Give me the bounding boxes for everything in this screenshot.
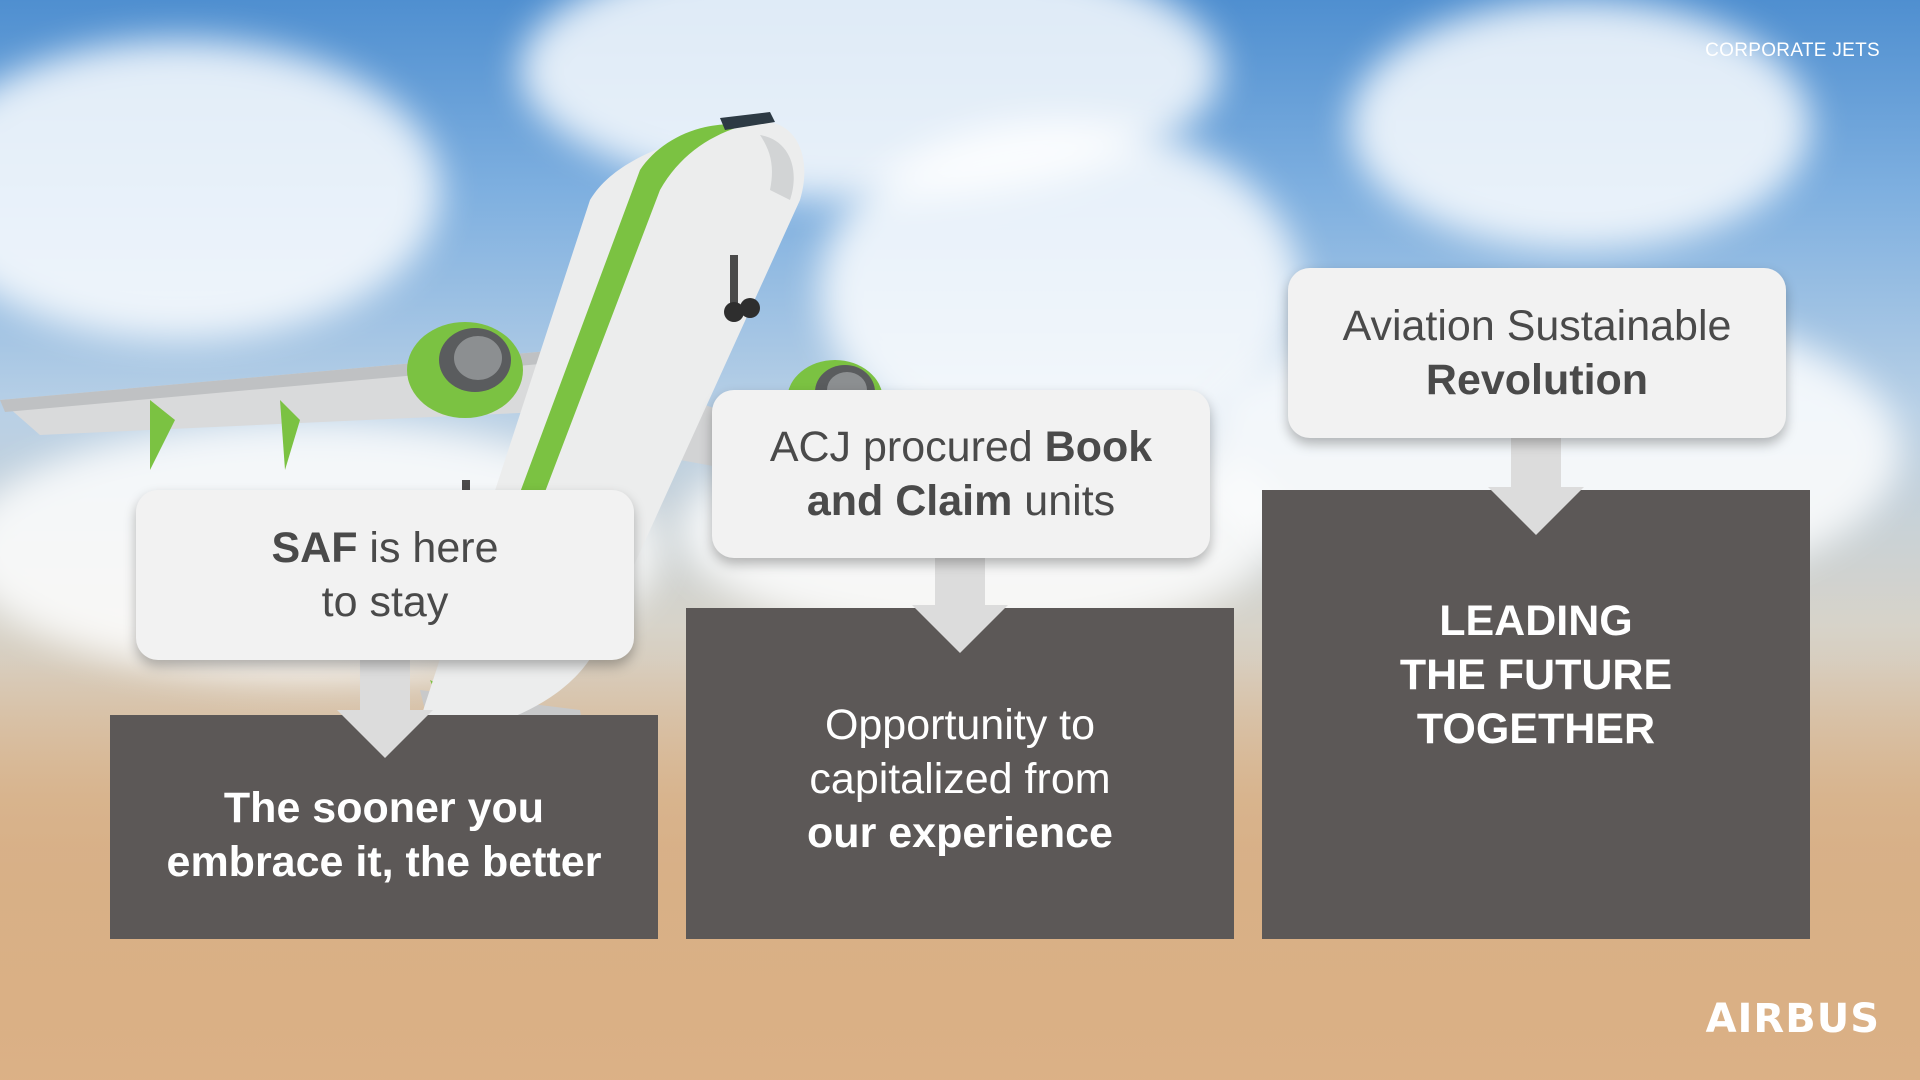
outcome-line: capitalized from bbox=[809, 754, 1111, 803]
outcome-box-acj: Opportunity to capitalized from our expe… bbox=[686, 608, 1234, 939]
airbus-logo: AIRBUS bbox=[1705, 996, 1880, 1042]
outcome-line: TOGETHER bbox=[1416, 704, 1656, 753]
cloud bbox=[1350, 0, 1810, 250]
arrow-head-icon bbox=[1488, 487, 1584, 535]
outcome-line: embrace it, the better bbox=[166, 838, 602, 886]
section-label: CORPORATE JETS bbox=[1705, 40, 1880, 61]
outcome-line: our experience bbox=[807, 808, 1113, 857]
outcome-line: The sooner you bbox=[223, 784, 545, 832]
statement-text: ACJ procured bbox=[769, 423, 1045, 471]
arrow-head-icon bbox=[337, 710, 433, 758]
outcome-line: LEADING bbox=[1439, 596, 1633, 645]
statement-bold: Revolution bbox=[1425, 356, 1649, 404]
statement-bold: and Claim bbox=[806, 477, 1013, 525]
statement-box-revolution: Aviation Sustainable Revolution bbox=[1288, 268, 1786, 438]
statement-box-acj: ACJ procured Book and Claim units bbox=[712, 390, 1210, 558]
statement-text: units bbox=[1012, 477, 1116, 525]
outcome-box-future: LEADING THE FUTURE TOGETHER bbox=[1262, 490, 1810, 939]
outcome-line: Opportunity to bbox=[824, 700, 1096, 749]
statement-text: to stay bbox=[321, 578, 449, 626]
slide: CORPORATE JETS AIRBUS The sooner you emb… bbox=[0, 0, 1920, 1080]
outcome-line: THE FUTURE bbox=[1399, 650, 1673, 699]
statement-bold: Book bbox=[1044, 423, 1153, 471]
statement-text: is here bbox=[357, 524, 499, 572]
arrow-down-icon bbox=[1511, 435, 1561, 489]
statement-box-saf: SAF is here to stay bbox=[136, 490, 634, 660]
statement-bold: SAF bbox=[271, 524, 358, 572]
arrow-head-icon bbox=[912, 605, 1008, 653]
arrow-down-icon bbox=[935, 555, 985, 607]
arrow-down-icon bbox=[360, 655, 410, 713]
statement-text: Aviation Sustainable bbox=[1342, 302, 1732, 350]
